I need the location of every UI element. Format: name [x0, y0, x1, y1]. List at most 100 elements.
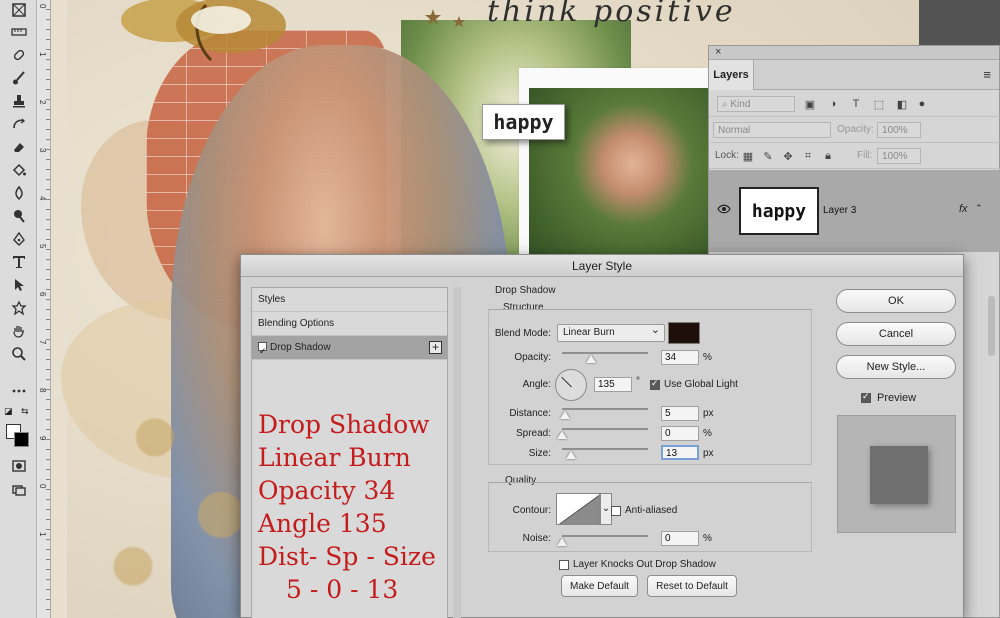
spread-slider-thumb[interactable]: [557, 431, 567, 439]
styles-list-item-drop-shadow[interactable]: Drop Shadow +: [252, 336, 447, 363]
dodge-icon[interactable]: [8, 206, 30, 226]
pen-icon[interactable]: [8, 229, 30, 249]
layer-row[interactable]: happy Layer 3 fx ⌃: [709, 170, 1000, 252]
angle-dial-needle: [561, 376, 572, 388]
cancel-button[interactable]: Cancel: [836, 322, 956, 346]
distance-slider-track[interactable]: [562, 408, 648, 410]
knockout-checkbox[interactable]: [559, 560, 569, 570]
stamp-icon[interactable]: [8, 91, 30, 111]
more-tools-icon[interactable]: [8, 381, 30, 401]
noise-unit: %: [703, 533, 712, 544]
opacity-input[interactable]: 34: [661, 350, 699, 365]
size-slider-track[interactable]: [562, 448, 648, 450]
contour-picker[interactable]: [556, 493, 600, 525]
size-unit: px: [703, 448, 714, 459]
lock-all-icon[interactable]: 🔒︎: [821, 149, 835, 163]
opacity-slider-track[interactable]: [562, 352, 648, 354]
swap-colors-icon[interactable]: ⇆: [21, 407, 29, 417]
shape-filter-icon[interactable]: ⬚: [872, 97, 886, 111]
distance-input[interactable]: 5: [661, 406, 699, 421]
make-default-button[interactable]: Make Default: [561, 575, 638, 597]
size-input[interactable]: 13: [661, 445, 699, 460]
visibility-eye-icon[interactable]: [717, 204, 731, 214]
path-selection-icon[interactable]: [8, 275, 30, 295]
layer-filter-select[interactable]: ⌕ Kind: [717, 96, 795, 112]
screen-mode-icon[interactable]: [8, 480, 30, 500]
ok-button[interactable]: OK: [836, 289, 956, 313]
layers-panel-titlebar: ×: [709, 46, 999, 60]
angle-input[interactable]: 135: [594, 377, 632, 392]
lock-image-icon[interactable]: ✎: [761, 149, 775, 163]
opacity-slider-thumb[interactable]: [586, 355, 596, 363]
custom-shape-icon[interactable]: [8, 298, 30, 318]
spread-input[interactable]: 0: [661, 426, 699, 441]
styles-list-scrollbar[interactable]: [453, 287, 461, 618]
type-filter-icon[interactable]: T: [849, 97, 863, 111]
size-label: Size:: [528, 448, 551, 459]
zoom-icon[interactable]: [8, 344, 30, 364]
close-icon[interactable]: ×: [715, 46, 721, 58]
happy-word-tag[interactable]: happy: [482, 104, 565, 140]
eraser-icon[interactable]: [8, 137, 30, 157]
drop-shadow-checkbox[interactable]: [258, 339, 267, 363]
layers-scrollbar[interactable]: [988, 296, 995, 356]
tab-layers[interactable]: Layers: [709, 60, 754, 90]
angle-unit: °: [636, 376, 640, 387]
adjustment-filter-icon[interactable]: ◑: [826, 97, 840, 111]
default-colors-icon[interactable]: ◪: [4, 407, 13, 417]
layer-opacity-field[interactable]: 100%: [877, 122, 921, 138]
distance-slider-thumb[interactable]: [560, 411, 570, 419]
preview-checkbox[interactable]: [861, 391, 871, 403]
drop-shadow-section-title: Drop Shadow: [495, 285, 556, 296]
blur-icon[interactable]: [8, 183, 30, 203]
shadow-color-swatch[interactable]: [668, 322, 700, 344]
type-icon[interactable]: [8, 252, 30, 272]
layer-effects-icon[interactable]: fx: [959, 203, 968, 215]
use-global-light-checkbox[interactable]: [650, 378, 660, 390]
add-effect-plus-icon[interactable]: +: [429, 341, 442, 354]
lock-position-icon[interactable]: ✥: [781, 149, 795, 163]
vertical-ruler: 0 1 2 3 4 5 6 7 8 9 0 1: [37, 0, 51, 618]
history-brush-icon[interactable]: [8, 114, 30, 134]
layer-thumbnail[interactable]: happy: [739, 187, 819, 235]
reset-to-default-button[interactable]: Reset to Default: [647, 575, 737, 597]
lock-transparency-icon[interactable]: ▦: [741, 149, 755, 163]
effect-preview-square: [870, 446, 928, 504]
styles-list-item-styles[interactable]: Styles: [252, 288, 447, 312]
ruler-tool-icon[interactable]: [8, 22, 30, 42]
ruler-tick: 0: [38, 484, 47, 489]
quick-mask-icon[interactable]: [8, 456, 30, 476]
paint-bucket-icon[interactable]: [8, 160, 30, 180]
annotation-line: 5 - 0 - 13: [286, 575, 399, 604]
styles-list-item-blending-options[interactable]: Blending Options: [252, 312, 447, 336]
noise-input[interactable]: 0: [661, 531, 699, 546]
angle-dial[interactable]: [555, 369, 587, 401]
lock-artboard-icon[interactable]: ⌗: [801, 149, 815, 163]
chevron-up-icon[interactable]: ⌃: [975, 203, 983, 214]
noise-slider-track[interactable]: [562, 535, 648, 537]
size-slider-thumb[interactable]: [566, 451, 576, 459]
fill-field[interactable]: 100%: [877, 148, 921, 164]
annotation-line: Linear Burn: [258, 443, 411, 472]
pixel-filter-icon[interactable]: ▣: [803, 97, 817, 111]
filter-toggle-icon[interactable]: ●: [915, 97, 929, 111]
healing-brush-icon[interactable]: [8, 45, 30, 65]
ruler-tick: 7: [38, 340, 47, 345]
noise-slider-thumb[interactable]: [557, 538, 567, 546]
panel-menu-icon[interactable]: ≡: [983, 67, 991, 82]
layer-blend-mode-select[interactable]: Normal: [713, 122, 831, 138]
smart-object-filter-icon[interactable]: ◧: [895, 97, 909, 111]
background-color-swatch[interactable]: [14, 432, 29, 447]
crop-icon[interactable]: [8, 0, 30, 20]
brush-icon[interactable]: [8, 68, 30, 88]
anti-aliased-checkbox[interactable]: [611, 506, 621, 516]
ruler-tick: 1: [38, 532, 47, 537]
search-icon: ⌕: [722, 99, 728, 110]
new-style-button[interactable]: New Style...: [836, 355, 956, 379]
blend-mode-select[interactable]: Linear Burn: [557, 323, 665, 342]
filter-kind-label: Kind: [730, 99, 751, 110]
hand-icon[interactable]: [8, 321, 30, 341]
spread-slider-track[interactable]: [562, 428, 648, 430]
blending-options-label: Blending Options: [258, 318, 335, 329]
layer-name[interactable]: Layer 3: [823, 205, 856, 216]
